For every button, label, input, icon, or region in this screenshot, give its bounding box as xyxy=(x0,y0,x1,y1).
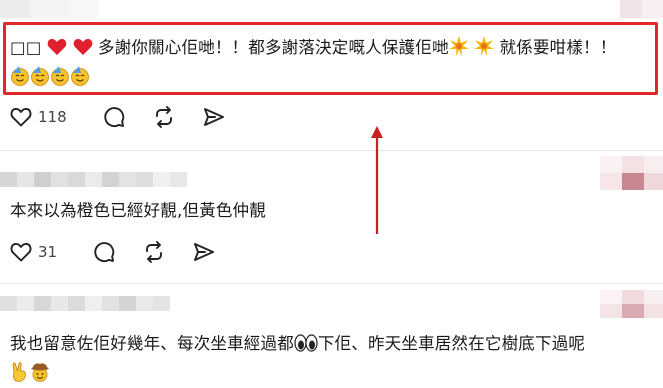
annotation-arrow-up-icon xyxy=(366,126,388,240)
send-icon xyxy=(193,241,215,263)
repost-button[interactable] xyxy=(143,241,165,263)
heart-outline-icon xyxy=(10,242,32,262)
post-divider xyxy=(0,150,663,151)
post-3-text: 我也留意佐佢好幾年、每次坐車經過都 下佢、昨天坐車居然在它樹底下過呢 xyxy=(10,330,585,388)
face-with-party-hat-icon xyxy=(10,66,30,94)
comment-bubble-icon xyxy=(93,241,115,263)
repost-arrows-icon xyxy=(143,241,165,263)
eyes-icon xyxy=(294,333,318,360)
post-2-action-bar: 31 xyxy=(10,241,243,263)
repost-arrows-icon xyxy=(153,106,175,128)
redacted-avatar-3 xyxy=(600,290,663,318)
reply-button[interactable] xyxy=(103,106,125,128)
post-divider xyxy=(0,283,663,284)
redacted-avatar-2 xyxy=(600,156,663,190)
post-1-text-prefix: □□ xyxy=(10,38,42,57)
red-heart-icon xyxy=(73,37,93,64)
like-button[interactable]: 31 xyxy=(10,242,57,262)
heart-outline-icon xyxy=(10,107,32,127)
redacted-header-top xyxy=(0,0,98,18)
redacted-username-3 xyxy=(0,296,170,311)
redacted-username-2 xyxy=(0,172,187,187)
repost-button[interactable] xyxy=(153,106,175,128)
victory-hand-icon xyxy=(10,362,30,388)
post-1-text-main: 多謝你關心佢哋！！都多謝落決定嘅人保護佢哋 xyxy=(97,38,449,57)
send-icon xyxy=(203,106,225,128)
share-button[interactable] xyxy=(203,106,225,128)
face-with-party-hat-icon xyxy=(30,66,50,94)
comment-bubble-icon xyxy=(103,106,125,128)
post-3-text-main: 我也留意佐佢好幾年、每次坐車經過都 xyxy=(10,334,294,353)
sparkle-burst-icon xyxy=(474,36,495,64)
face-with-party-hat-icon xyxy=(50,66,70,94)
red-heart-icon xyxy=(47,37,67,64)
cowboy-face-icon xyxy=(30,362,50,388)
redacted-avatar-top xyxy=(620,0,663,18)
like-count: 118 xyxy=(38,108,67,126)
post-1-action-bar: 118 xyxy=(10,106,253,128)
sparkle-burst-icon xyxy=(448,36,469,64)
like-button[interactable]: 118 xyxy=(10,107,67,127)
reply-button[interactable] xyxy=(93,241,115,263)
share-button[interactable] xyxy=(193,241,215,263)
post-3-text-tail: 下佢、昨天坐車居然在它樹底下過呢 xyxy=(317,334,586,353)
post-2-text: 本來以為橙色已經好靚,但黃色仲靚 xyxy=(10,201,266,220)
post-1-text-tail: 就係要咁樣！！ xyxy=(499,38,617,57)
like-count: 31 xyxy=(38,243,58,261)
face-with-party-hat-icon xyxy=(70,66,90,94)
post-1-text: □□ 多謝你關心佢哋！！都多謝落決定嘅人保護佢哋 就係要咁樣！！ xyxy=(10,34,616,94)
